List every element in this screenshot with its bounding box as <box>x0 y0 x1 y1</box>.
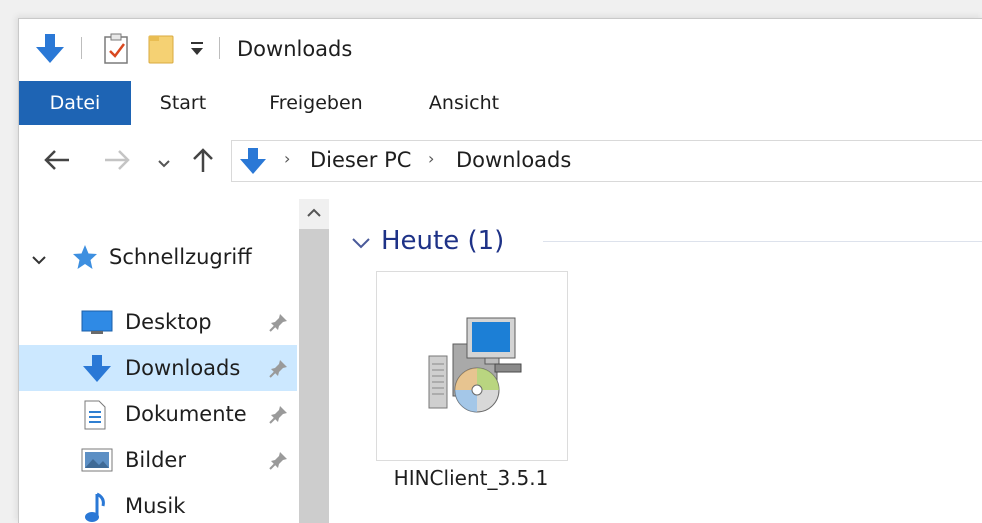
star-icon <box>71 243 99 275</box>
downloads-icon <box>81 354 113 388</box>
music-icon <box>81 492 109 523</box>
address-bar[interactable]: › Dieser PC › Downloads <box>231 140 982 182</box>
scroll-up-button[interactable] <box>299 199 329 229</box>
back-arrow-icon[interactable] <box>43 149 71 175</box>
pictures-icon <box>81 446 113 478</box>
download-arrow-icon[interactable] <box>33 33 67 69</box>
desktop-icon <box>81 308 113 340</box>
pin-icon[interactable] <box>269 358 289 382</box>
new-folder-icon[interactable] <box>147 33 177 69</box>
group-divider <box>543 241 982 242</box>
sidebar-item-desktop[interactable]: Desktop <box>19 299 297 345</box>
sidebar-item-bilder[interactable]: Bilder <box>19 437 297 483</box>
tab-freigeben[interactable]: Freigeben <box>251 81 381 125</box>
sidebar-item-label: Musik <box>125 494 186 518</box>
documents-icon <box>81 400 109 434</box>
customize-dropdown-icon[interactable] <box>189 39 205 63</box>
tab-datei[interactable]: Datei <box>19 81 131 125</box>
sidebar-header-label: Schnellzugriff <box>109 245 252 269</box>
window-title: Downloads <box>237 37 353 61</box>
installer-icon <box>427 316 527 420</box>
ribbon-tabs: Datei Start Freigeben Ansicht <box>19 81 982 128</box>
chevron-down-icon[interactable] <box>351 235 371 254</box>
breadcrumb-downloads[interactable]: Downloads <box>456 147 571 173</box>
sidebar-item-label: Bilder <box>125 448 186 472</box>
toolbar-separator <box>81 37 82 59</box>
breadcrumb-dieser-pc[interactable]: Dieser PC <box>310 147 411 173</box>
tab-ansicht[interactable]: Ansicht <box>411 81 517 125</box>
sidebar-item-schnellzugriff[interactable]: Schnellzugriff <box>19 239 299 279</box>
chevron-right-icon[interactable]: › <box>284 149 290 168</box>
downloads-location-icon <box>238 147 268 181</box>
file-list: Heute (1) HINClient_3.5.1 <box>331 199 982 523</box>
chevron-up-icon <box>307 208 321 217</box>
sidebar-item-musik[interactable]: Musik <box>19 483 297 523</box>
sidebar-item-label: Desktop <box>125 310 212 334</box>
sidebar-scrollbar[interactable] <box>299 199 329 523</box>
tab-start[interactable]: Start <box>143 81 223 125</box>
navigation-bar: › Dieser PC › Downloads <box>19 127 982 191</box>
explorer-window: Downloads Datei Start Freigeben Ansicht … <box>18 18 982 523</box>
up-arrow-icon[interactable] <box>191 147 215 177</box>
sidebar-item-downloads[interactable]: Downloads <box>19 345 297 391</box>
pin-icon[interactable] <box>269 312 289 336</box>
pin-icon[interactable] <box>269 404 289 428</box>
file-item[interactable] <box>376 271 568 461</box>
chevron-down-icon[interactable] <box>31 251 47 270</box>
file-name[interactable]: HINClient_3.5.1 <box>351 465 591 491</box>
title-bar: Downloads <box>19 19 982 81</box>
navigation-pane: Schnellzugriff Desktop Downloads Dokumen… <box>19 199 299 523</box>
sidebar-item-dokumente[interactable]: Dokumente <box>19 391 297 437</box>
toolbar-separator <box>219 37 220 59</box>
pin-icon[interactable] <box>269 450 289 474</box>
sidebar-item-label: Dokumente <box>125 402 247 426</box>
forward-arrow-icon[interactable] <box>103 149 131 175</box>
chevron-right-icon[interactable]: › <box>428 149 434 168</box>
recent-locations-chevron-icon[interactable] <box>157 154 171 173</box>
properties-icon[interactable] <box>103 33 131 69</box>
group-title: Heute (1) <box>381 226 505 256</box>
sidebar-item-label: Downloads <box>125 356 241 380</box>
